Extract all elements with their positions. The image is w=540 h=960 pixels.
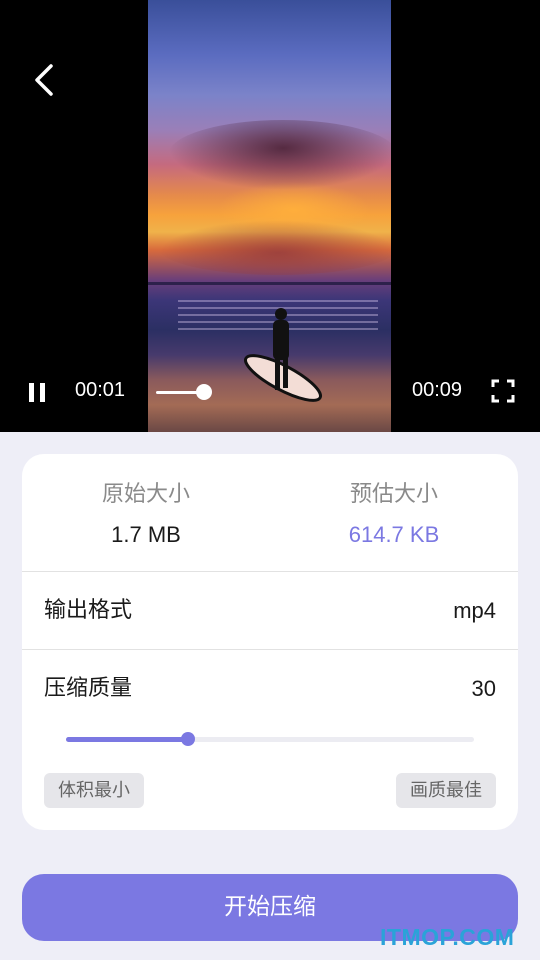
site-watermark: ITMOP.COM	[380, 924, 515, 950]
quality-value: 30	[471, 676, 496, 701]
player-controls: 00:01 00:09	[0, 366, 540, 418]
estimated-size-value: 614.7 KB	[348, 522, 440, 547]
seek-bar[interactable]	[156, 380, 396, 404]
original-size-block: 原始大小 1.7 MB	[56, 480, 236, 550]
original-size-label: 原始大小	[101, 482, 190, 507]
cloud-shape	[158, 220, 391, 275]
quality-slider[interactable]	[66, 728, 474, 752]
fullscreen-button[interactable]	[490, 378, 516, 404]
quality-slider-thumb[interactable]	[181, 732, 195, 746]
best-quality-chip[interactable]: 画质最佳	[396, 773, 496, 808]
chevron-left-icon	[35, 64, 53, 96]
quality-slider-fill	[66, 737, 188, 742]
compression-settings-card: 原始大小 1.7 MB 预估大小 614.7 KB 输出格式 mp4 压缩质量 …	[22, 454, 518, 830]
divider	[22, 649, 518, 650]
smallest-size-chip[interactable]: 体积最小	[44, 773, 144, 808]
estimated-size-block: 预估大小 614.7 KB	[304, 480, 484, 550]
cloud-shape	[168, 120, 391, 190]
fullscreen-icon	[491, 379, 515, 403]
original-size-value: 1.7 MB	[111, 522, 181, 547]
current-time: 00:01	[75, 379, 126, 401]
video-player[interactable]: 00:01 00:09	[0, 0, 540, 432]
pause-icon	[29, 383, 45, 402]
output-format-label: 输出格式	[44, 598, 133, 623]
output-format-value: mp4	[453, 598, 496, 623]
pause-button[interactable]	[24, 378, 52, 406]
total-time: 00:09	[412, 379, 463, 401]
seek-thumb[interactable]	[196, 384, 212, 400]
quality-label: 压缩质量	[44, 676, 133, 701]
estimated-size-label: 预估大小	[349, 482, 438, 507]
horizon-line	[148, 282, 391, 285]
divider	[22, 571, 518, 572]
back-button[interactable]	[24, 58, 64, 102]
